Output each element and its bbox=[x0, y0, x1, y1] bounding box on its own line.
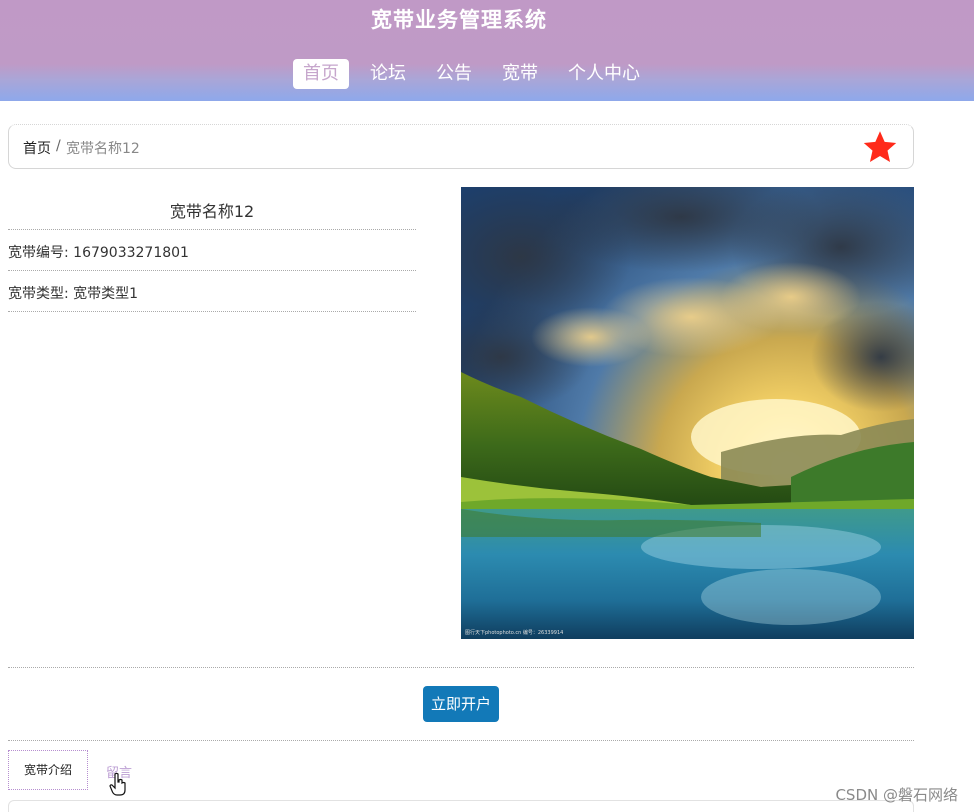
header: 宽带业务管理系统 首页 论坛 公告 宽带 个人中心 bbox=[0, 0, 974, 101]
breadcrumb-separator: / bbox=[56, 138, 61, 154]
divider bbox=[8, 740, 914, 741]
open-account-button[interactable]: 立即开户 bbox=[423, 686, 499, 722]
main-nav: 首页 论坛 公告 宽带 个人中心 bbox=[293, 59, 661, 89]
tab-intro[interactable]: 宽带介绍 bbox=[8, 750, 88, 790]
product-type: 宽带类型: 宽带类型1 bbox=[8, 286, 139, 302]
landscape-image bbox=[461, 187, 914, 639]
nav-item-forum[interactable]: 论坛 bbox=[361, 59, 415, 89]
divider bbox=[8, 270, 416, 271]
divider bbox=[8, 229, 416, 230]
image-watermark: 图行天下photophoto.cn 编号：26339914 bbox=[465, 630, 564, 636]
product-title: 宽带名称12 bbox=[169, 202, 255, 221]
content-panel bbox=[8, 800, 914, 812]
site-title: 宽带业务管理系统 bbox=[371, 8, 547, 32]
nav-item-broadband[interactable]: 宽带 bbox=[493, 59, 547, 89]
product-number: 宽带编号: 1679033271801 bbox=[8, 245, 189, 261]
divider bbox=[8, 667, 914, 668]
nav-item-home[interactable]: 首页 bbox=[293, 59, 349, 89]
favorite-star-icon[interactable] bbox=[862, 129, 898, 165]
nav-item-announcement[interactable]: 公告 bbox=[427, 59, 481, 89]
breadcrumb-home-link[interactable]: 首页 bbox=[23, 138, 51, 158]
product-image: 图行天下photophoto.cn 编号：26339914 bbox=[461, 187, 914, 639]
footer-credit: CSDN @磐石网络 bbox=[835, 786, 958, 804]
nav-item-personal-center[interactable]: 个人中心 bbox=[559, 59, 649, 89]
breadcrumb: 首页 / 宽带名称12 bbox=[8, 124, 914, 169]
divider bbox=[8, 311, 416, 312]
breadcrumb-current: 宽带名称12 bbox=[66, 141, 140, 157]
hand-cursor-icon bbox=[109, 772, 126, 796]
